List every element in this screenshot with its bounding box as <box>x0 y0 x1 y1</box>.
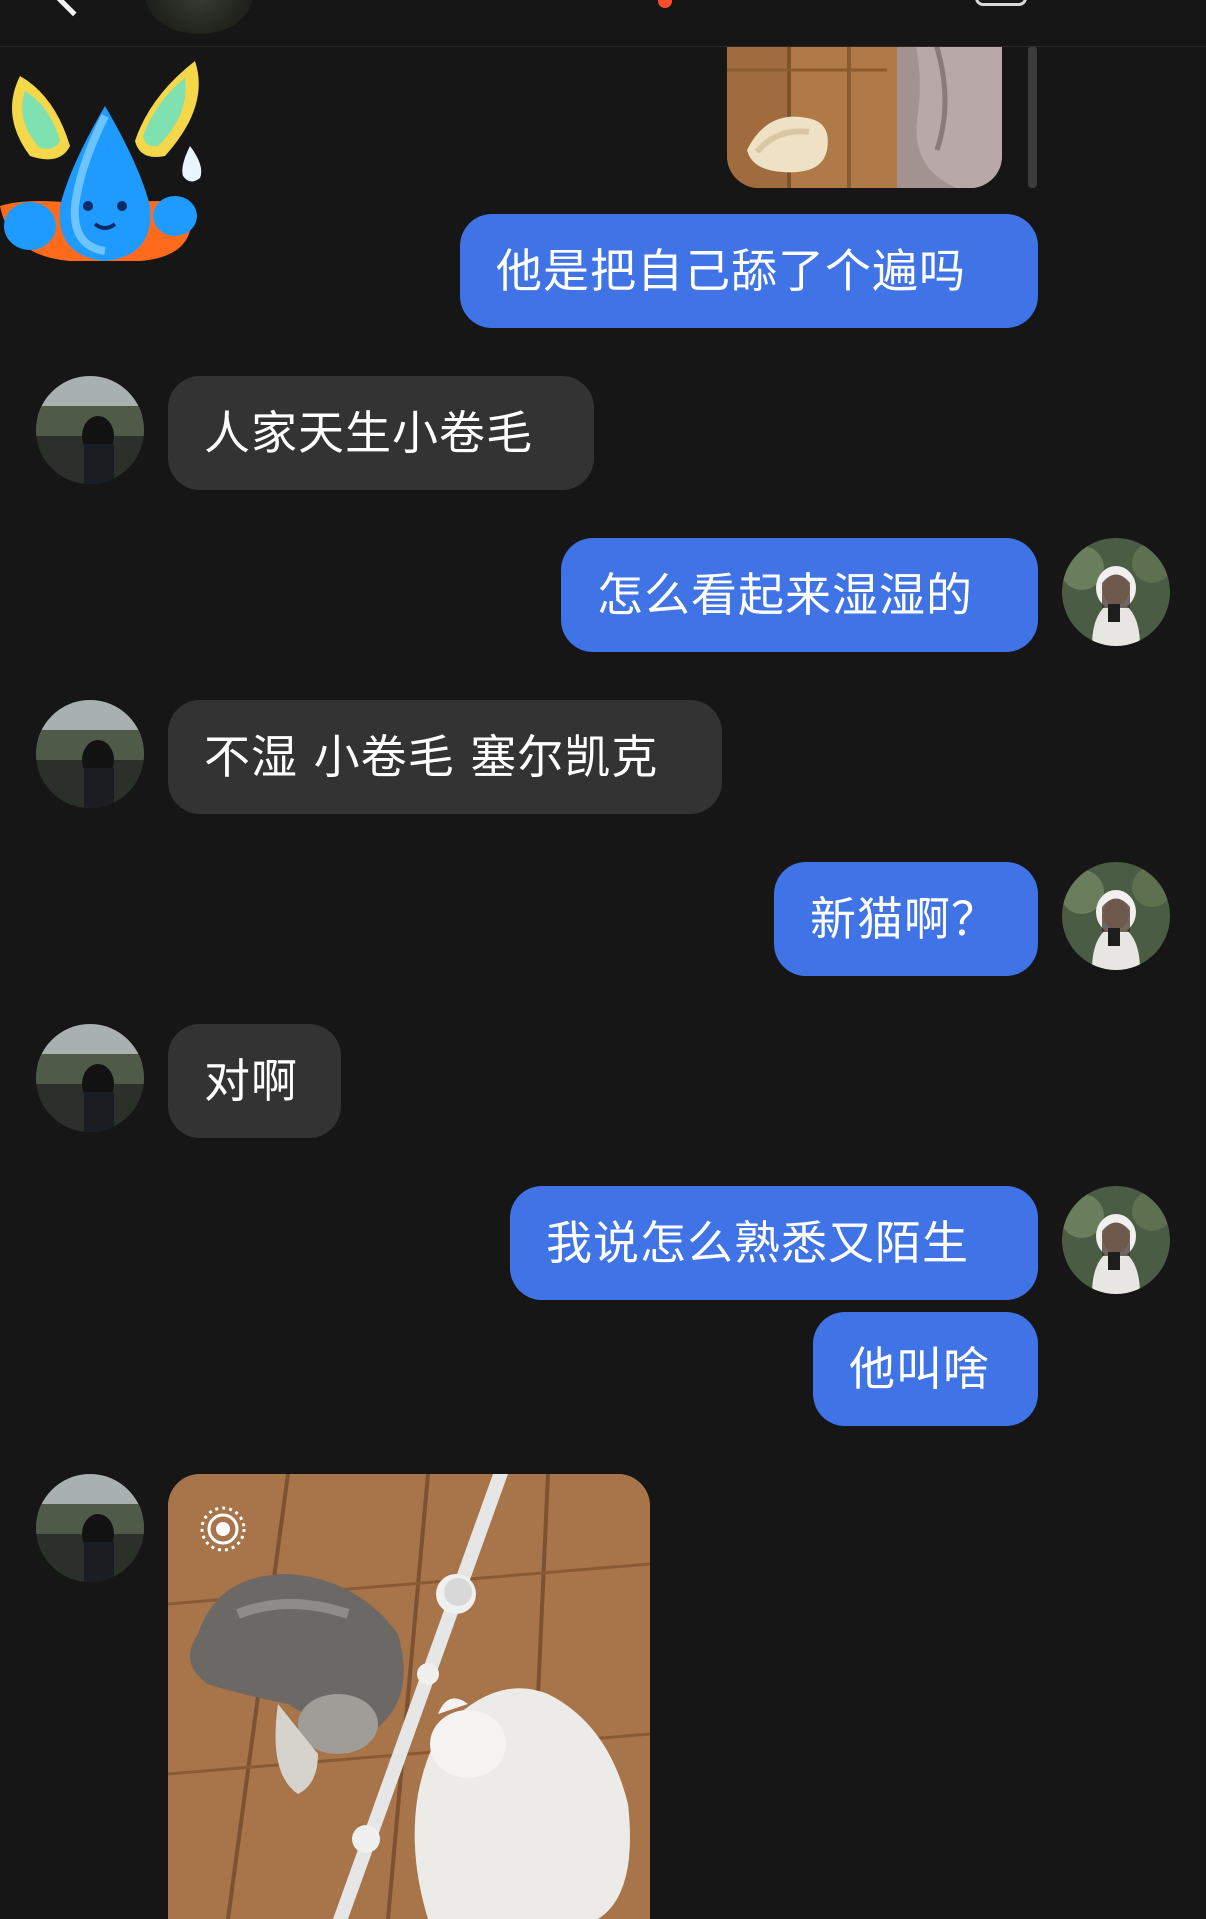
message-bubble-mine[interactable]: 新猫啊？ <box>774 862 1038 976</box>
contact-avatar[interactable] <box>36 700 144 808</box>
message-bubble-theirs[interactable]: 对啊 <box>168 1024 341 1138</box>
chat-screen: 他是把自己舔了个遍吗 人家天生小卷毛 怎么看起来湿湿的 不湿 小卷毛 塞尔凯克 … <box>0 0 1206 1919</box>
contact-avatar[interactable] <box>36 1024 144 1132</box>
back-chevron-icon[interactable] <box>51 0 95 17</box>
message-bubble-mine[interactable]: 他是把自己舔了个遍吗 <box>460 214 1038 328</box>
contact-avatar[interactable] <box>36 376 144 484</box>
my-avatar[interactable] <box>1062 538 1170 646</box>
my-avatar[interactable] <box>1062 862 1170 970</box>
my-avatar[interactable] <box>1062 1186 1170 1294</box>
fairy-sticker[interactable] <box>0 56 210 268</box>
scroll-indicator <box>1028 46 1037 188</box>
message-bubble-theirs[interactable]: 人家天生小卷毛 <box>168 376 594 490</box>
contact-avatar[interactable] <box>36 1474 144 1582</box>
message-bubble-mine[interactable]: 我说怎么熟悉又陌生 <box>510 1186 1038 1300</box>
message-bubble-theirs[interactable]: 不湿 小卷毛 塞尔凯克 <box>168 700 722 814</box>
unread-dot <box>658 0 672 8</box>
message-bubble-mine[interactable]: 他叫啥 <box>813 1312 1038 1426</box>
more-options-icon[interactable] <box>975 0 1027 6</box>
message-bubble-mine[interactable]: 怎么看起来湿湿的 <box>561 538 1038 652</box>
live-photo-icon[interactable] <box>198 1504 248 1554</box>
chat-header <box>0 0 1206 47</box>
contact-avatar[interactable] <box>146 0 252 34</box>
